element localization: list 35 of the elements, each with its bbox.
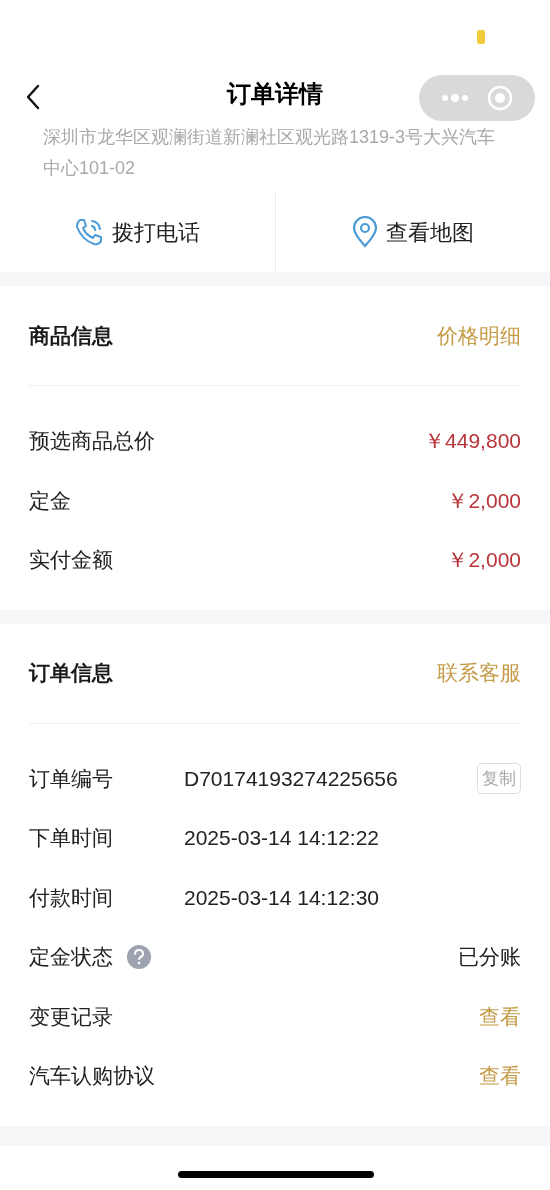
copy-button[interactable]: 复制 [477, 762, 521, 794]
view-link[interactable]: 查看 [479, 1000, 521, 1032]
battery-icon [477, 30, 485, 44]
row-value: 已分账 [458, 944, 521, 970]
back-icon [26, 84, 40, 110]
row-value: ￥2,000 [447, 487, 521, 514]
row-value: 2025-03-14 14:12:30 [184, 884, 380, 911]
row-value: ￥449,800 [424, 428, 521, 454]
view-link[interactable]: 查看 [479, 1060, 521, 1092]
call-button[interactable]: 拨打电话 [0, 192, 275, 272]
section-title: 订单信息 [29, 660, 113, 687]
home-indicator[interactable] [178, 1171, 374, 1178]
price-detail-link[interactable]: 价格明细 [437, 319, 521, 352]
row-label: 下单时间 [29, 825, 113, 851]
contact-link[interactable]: 联系客服 [437, 657, 521, 689]
row-label: 汽车认购协议 [29, 1063, 155, 1089]
more-icon[interactable] [441, 93, 469, 103]
row-label: 预选商品总价 [29, 428, 155, 454]
row-value: ￥2,000 [447, 547, 521, 573]
phone-icon [74, 217, 105, 247]
row-label: 订单编号 [29, 765, 113, 792]
capsule-menu[interactable] [419, 75, 535, 121]
row-label: 付款时间 [29, 884, 113, 911]
help-icon[interactable] [127, 944, 151, 969]
row-label: 定金 [29, 487, 71, 514]
row-value: 2025-03-14 14:12:22 [184, 825, 380, 851]
address-text: 深圳市龙华区观澜街道新澜社区观光路1319-3号大兴汽车中心101-02 [42, 126, 497, 180]
row-label: 实付金额 [29, 547, 113, 573]
location-pin-icon [351, 216, 378, 248]
close-icon[interactable] [487, 85, 513, 111]
row-label: 变更记录 [29, 1003, 113, 1030]
page-title: 订单详情 [227, 78, 323, 109]
row-value: D70174193274225656 [184, 765, 399, 792]
row-label: 定金状态 [29, 944, 113, 970]
section-title: 商品信息 [29, 322, 113, 349]
